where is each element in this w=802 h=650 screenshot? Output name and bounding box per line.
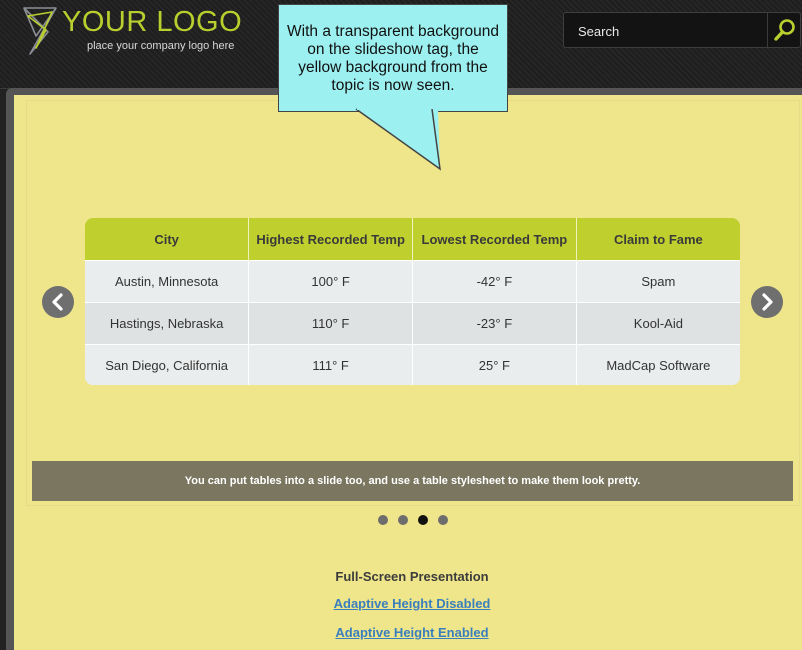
table-cell: -23° F (412, 302, 577, 345)
callout-text: With a transparent background on the sli… (287, 23, 499, 94)
presentation-links: Full-Screen Presentation Adaptive Height… (262, 565, 562, 647)
adaptive-height-enabled-link[interactable]: Adaptive Height Enabled (262, 618, 562, 647)
column-header: City (85, 218, 250, 261)
magnifier-icon (774, 19, 795, 41)
column-header: Highest Recorded Temp (248, 218, 413, 261)
table-cell: Spam (576, 260, 740, 303)
slide-dot-4[interactable] (438, 515, 448, 525)
table-cell: Austin, Minnesota (85, 260, 250, 303)
data-table: City Highest Recorded Temp Lowest Record… (85, 218, 740, 385)
table-cell: 111° F (248, 344, 413, 385)
chevron-right-icon (762, 293, 773, 311)
slide-dot-2[interactable] (398, 515, 408, 525)
callout: With a transparent background on the sli… (278, 4, 508, 112)
callout-pointer (355, 108, 441, 171)
column-header: Claim to Fame (576, 218, 740, 261)
logo[interactable]: YOUR LOGO place your company logo here (18, 2, 258, 62)
table-cell: San Diego, California (85, 344, 250, 385)
table-row: Hastings, Nebraska 110° F -23° F Kool-Ai… (85, 302, 740, 345)
table-row: Austin, Minnesota 100° F -42° F Spam (85, 260, 740, 303)
search-button[interactable] (767, 13, 800, 47)
table-cell: Kool-Aid (576, 302, 740, 345)
adaptive-height-disabled-link[interactable]: Adaptive Height Disabled (262, 589, 562, 618)
table-cell: Hastings, Nebraska (85, 302, 250, 345)
table-header-row: City Highest Recorded Temp Lowest Record… (85, 218, 740, 261)
table-cell: 110° F (248, 302, 413, 345)
next-slide-button[interactable] (751, 286, 783, 318)
table-cell: -42° F (412, 260, 577, 303)
slide-dot-1[interactable] (378, 515, 388, 525)
logo-mark-icon (23, 7, 57, 55)
slide-dot-3[interactable] (418, 515, 428, 525)
table-cell: 100° F (248, 260, 413, 303)
table-cell: MadCap Software (576, 344, 740, 385)
table-cell: 25° F (412, 344, 577, 385)
chevron-left-icon (52, 293, 63, 311)
search-input[interactable] (568, 15, 776, 47)
section-heading: Full-Screen Presentation (335, 569, 489, 584)
slide-caption: You can put tables into a slide too, and… (32, 461, 793, 501)
previous-slide-button[interactable] (42, 286, 74, 318)
slide-pager (374, 515, 454, 527)
search-box (563, 12, 801, 48)
table-row: San Diego, California 111° F 25° F MadCa… (85, 344, 740, 385)
column-header: Lowest Recorded Temp (412, 218, 577, 261)
logo-title: YOUR LOGO (62, 6, 243, 38)
logo-tagline: place your company logo here (87, 40, 235, 52)
